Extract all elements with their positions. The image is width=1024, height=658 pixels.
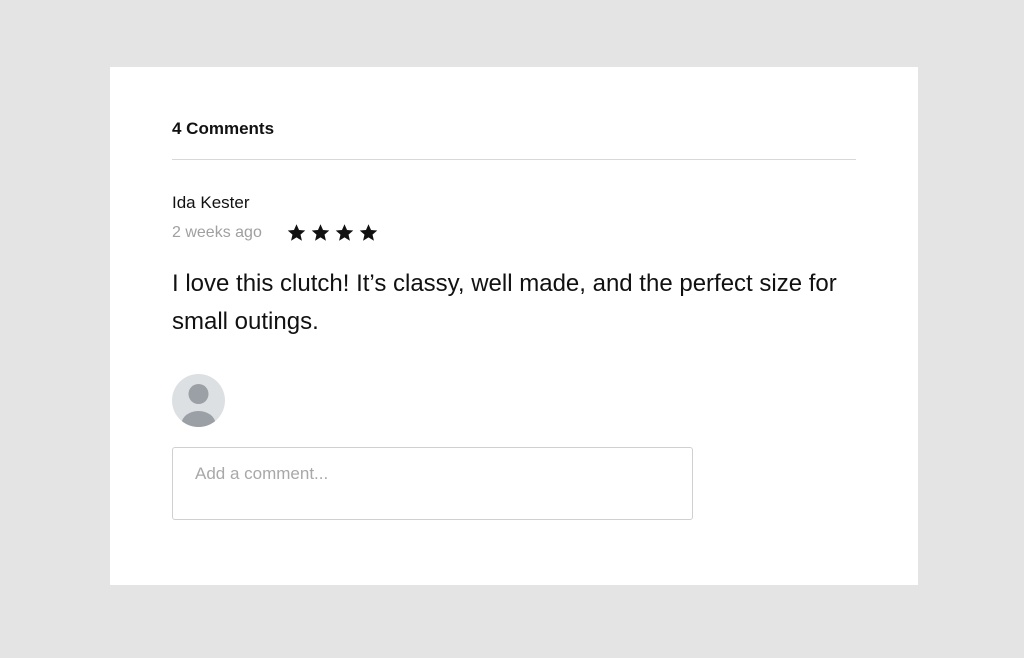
user-avatar-icon <box>172 374 225 427</box>
comment-timestamp: 2 weeks ago <box>172 223 262 241</box>
add-comment-input[interactable] <box>172 447 693 520</box>
star-icon <box>358 222 379 243</box>
star-icon <box>334 222 355 243</box>
star-rating <box>286 222 379 243</box>
star-icon <box>310 222 331 243</box>
star-icon <box>286 222 307 243</box>
comment-meta: 2 weeks ago <box>172 222 379 243</box>
comments-card: 4 Comments Ida Kester 2 weeks ago I love… <box>110 67 918 585</box>
comment-author-name: Ida Kester <box>172 193 250 212</box>
comments-count-heading: 4 Comments <box>172 119 275 138</box>
header-divider <box>172 159 856 160</box>
comment-text: I love this clutch! It’s classy, well ma… <box>172 270 837 335</box>
